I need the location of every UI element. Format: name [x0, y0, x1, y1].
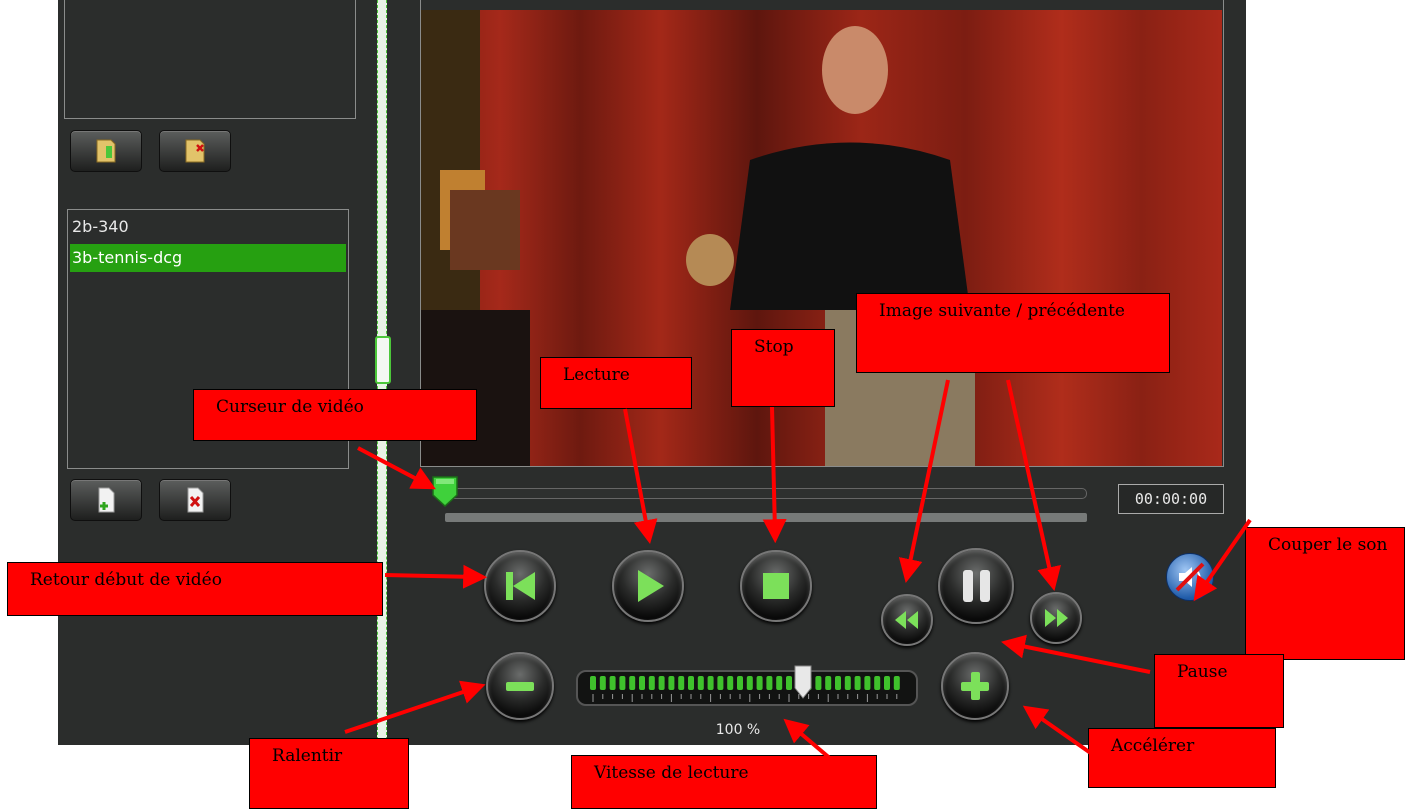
annotation-arrows — [344, 379, 1252, 762]
